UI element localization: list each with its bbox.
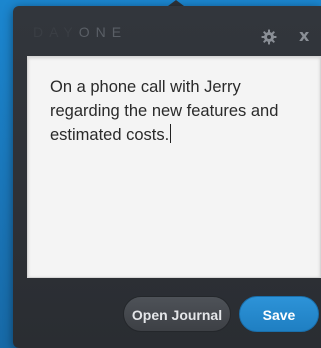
- entry-text-area[interactable]: On a phone call with Jerry regarding the…: [27, 56, 321, 278]
- close-icon[interactable]: x: [299, 28, 313, 44]
- entry-text-content: On a phone call with Jerry regarding the…: [50, 78, 283, 144]
- titlebar: DAYONE x: [13, 6, 321, 54]
- open-journal-button[interactable]: Open Journal: [123, 296, 231, 332]
- day-one-popover: DAYONE x On a phone call with Jerry rega…: [13, 6, 321, 348]
- app-logo: DAYONE: [33, 24, 127, 40]
- logo-day: DAY: [33, 24, 79, 40]
- entry-text[interactable]: On a phone call with Jerry regarding the…: [50, 75, 300, 147]
- gear-icon[interactable]: [261, 29, 277, 45]
- save-button[interactable]: Save: [239, 296, 319, 332]
- logo-one: ONE: [78, 24, 128, 40]
- text-caret: [170, 124, 172, 143]
